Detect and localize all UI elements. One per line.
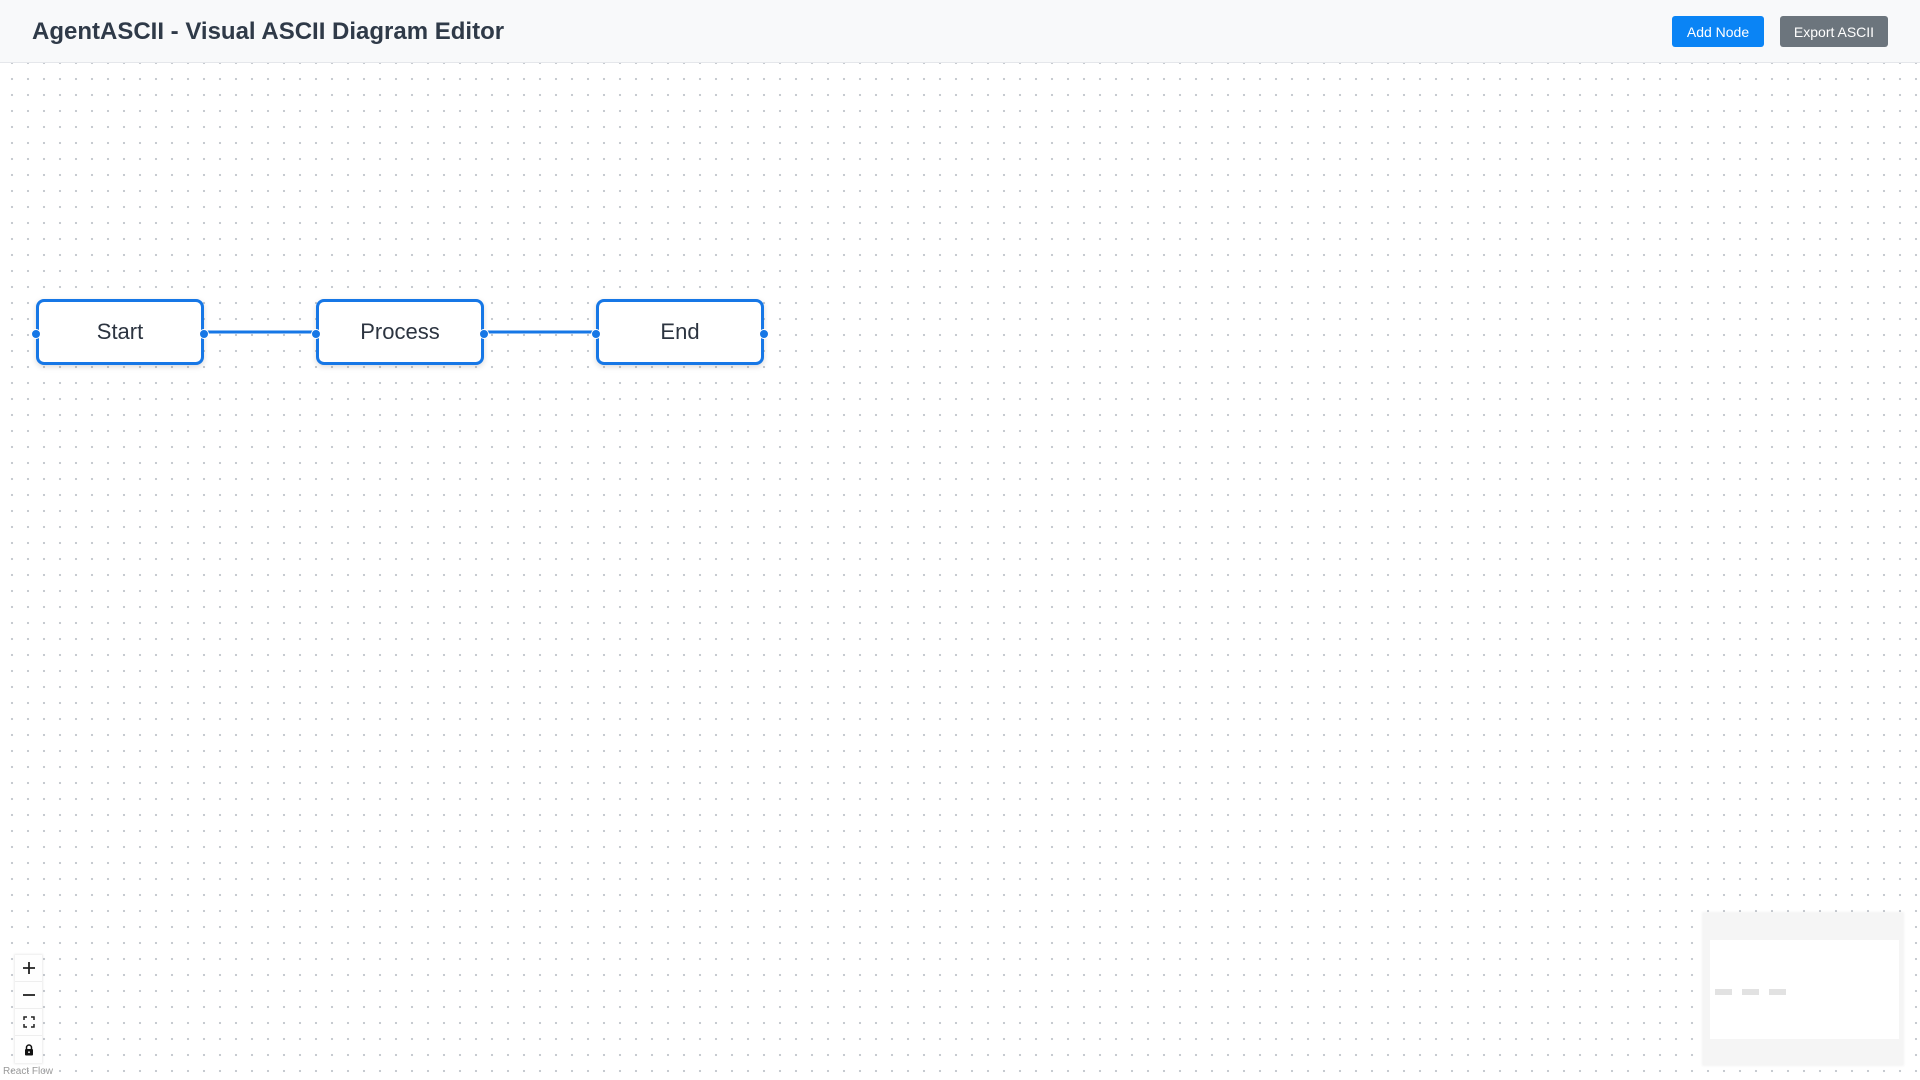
minimap-viewport[interactable] [1710, 940, 1899, 1039]
minimap-node-start [1715, 989, 1732, 995]
plus-icon [22, 962, 35, 974]
lock-button[interactable] [15, 1036, 42, 1063]
node-end-target-handle[interactable] [591, 329, 601, 339]
node-end[interactable]: End [591, 299, 769, 365]
export-ascii-button[interactable]: Export ASCII [1780, 16, 1888, 47]
add-node-button[interactable]: Add Node [1672, 16, 1764, 47]
zoom-in-button[interactable] [15, 955, 42, 982]
node-process[interactable]: Process [311, 299, 489, 365]
fit-view-button[interactable] [15, 1009, 42, 1036]
minus-icon [22, 994, 35, 996]
app-root: AgentASCII - Visual ASCII Diagram Editor… [0, 0, 1920, 1080]
app-title: AgentASCII - Visual ASCII Diagram Editor [32, 18, 505, 45]
node-process-target-handle[interactable] [311, 329, 321, 339]
node-start-label: Start [96, 319, 144, 344]
app-header: AgentASCII - Visual ASCII Diagram Editor… [0, 0, 1920, 63]
node-start[interactable]: Start [31, 299, 209, 365]
react-flow-attribution[interactable]: React Flow [3, 1066, 53, 1077]
minimap-node-end [1769, 989, 1786, 995]
minimap-node-process [1742, 989, 1759, 995]
node-start-source-handle[interactable] [199, 329, 209, 339]
flow-controls [15, 955, 42, 1063]
minimap[interactable] [1703, 913, 1903, 1065]
node-start-target-handle[interactable] [31, 329, 41, 339]
fit-view-icon [22, 1016, 35, 1028]
node-process-source-handle[interactable] [479, 329, 489, 339]
diagram-canvas[interactable] [0, 63, 1920, 1080]
node-process-label: Process [360, 319, 440, 344]
node-end-label: End [660, 319, 700, 344]
node-end-source-handle[interactable] [759, 329, 769, 339]
zoom-out-button[interactable] [15, 982, 42, 1009]
lock-icon [24, 1043, 33, 1055]
